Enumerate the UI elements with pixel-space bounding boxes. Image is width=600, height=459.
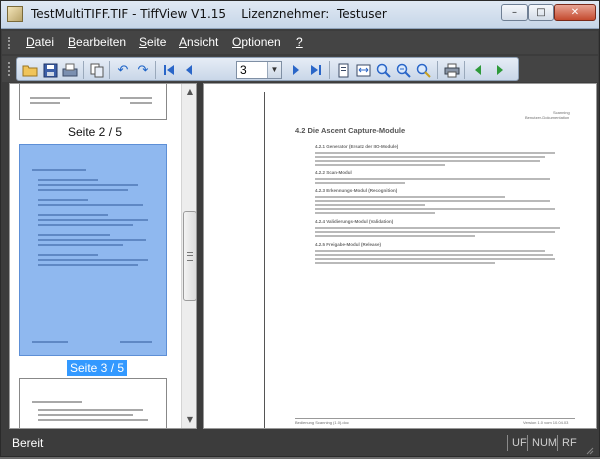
status-text: Bereit <box>12 436 44 450</box>
thumbnail-page-4[interactable] <box>19 378 167 428</box>
doc-footer-right: Version 1.0 vom 10.04.03 <box>523 420 569 425</box>
toolbar-separator <box>109 61 110 79</box>
menu-bar: Datei Bearbeiten Seite Ansicht Optionen … <box>2 31 598 54</box>
scrollbar-thumb[interactable] <box>183 211 196 301</box>
doc-section-title: 4.2.4 Validierungs-Modul (Validation) <box>315 219 394 224</box>
toolbar-separator <box>329 61 330 79</box>
thumbnail-page-2[interactable] <box>19 84 167 120</box>
fit-width-icon[interactable] <box>354 61 372 79</box>
next-page-icon[interactable] <box>287 61 305 79</box>
first-page-icon[interactable] <box>160 61 178 79</box>
toolbar-separator <box>464 61 465 79</box>
menu-datei[interactable]: Datei <box>26 35 54 49</box>
toolbar-grip[interactable] <box>8 62 12 76</box>
doc-section-title: 4.2.1 Generator (Ersatz der IIO-Module) <box>315 144 399 149</box>
scan-icon[interactable] <box>61 61 79 79</box>
scroll-down-icon[interactable]: ▼ <box>182 412 196 428</box>
indicator-num: NUM <box>527 435 558 451</box>
page-number-input[interactable] <box>237 62 270 78</box>
menu-seite[interactable]: Seite <box>139 35 166 49</box>
doc-section-title: 4.2.5 Freigabe-Modul (Release) <box>315 242 382 247</box>
open-folder-icon[interactable] <box>21 61 39 79</box>
app-window: TestMultiTIFF.TIF - TiffView V1.15 Lizen… <box>0 0 600 457</box>
menubar-grip[interactable] <box>8 37 12 49</box>
close-button[interactable]: ✕ <box>554 4 596 21</box>
scroll-up-icon[interactable]: ▲ <box>182 84 196 100</box>
doc-heading: 4.2 Die Ascent Capture-Module <box>295 126 406 135</box>
title-bar[interactable]: TestMultiTIFF.TIF - TiffView V1.15 Lizen… <box>1 1 599 29</box>
maximize-button[interactable]: □ <box>528 4 554 21</box>
copy-icon[interactable] <box>88 61 106 79</box>
chevron-down-icon[interactable]: ▼ <box>267 62 281 78</box>
zoom-out-icon[interactable] <box>394 61 412 79</box>
menu-bearbeiten[interactable]: Bearbeiten <box>68 35 126 49</box>
redo-icon[interactable]: ↷ <box>134 61 152 79</box>
previous-page-icon[interactable] <box>180 61 198 79</box>
toolbar: ↶ ↷ ▼ <box>2 56 598 82</box>
undo-icon[interactable]: ↶ <box>114 61 132 79</box>
menu-help[interactable]: ? <box>296 35 303 49</box>
thumbnail-label-2[interactable]: Seite 2 / 5 <box>68 125 122 139</box>
page-number-combo[interactable]: ▼ <box>236 61 282 79</box>
print-icon[interactable] <box>443 61 461 79</box>
fit-page-icon[interactable] <box>334 61 352 79</box>
toolbar-separator <box>83 61 84 79</box>
menu-ansicht[interactable]: Ansicht <box>179 35 218 49</box>
thumbnail-panel[interactable]: Seite 2 / 5 Seite 3 / 5 ▲ ▼ <box>9 83 197 429</box>
toolbar-separator <box>437 61 438 79</box>
document-page: Scanning Benutzer-Dokumentation 4.2 Die … <box>264 92 595 428</box>
status-bar: Bereit UF NUM RF <box>2 433 598 455</box>
thumbnail-scrollbar[interactable]: ▲ ▼ <box>181 84 196 428</box>
menu-optionen[interactable]: Optionen <box>232 35 281 49</box>
doc-footer-left: Bedienung Scanning (1.0).doc <box>295 420 349 425</box>
thumbnail-page-3[interactable] <box>19 144 167 356</box>
doc-header-line2: Benutzer-Dokumentation <box>525 115 570 120</box>
doc-section-title: 4.2.2 Scan-Modul <box>315 170 352 175</box>
zoom-in-icon[interactable] <box>374 61 392 79</box>
zoom-custom-icon[interactable] <box>414 61 432 79</box>
forward-icon[interactable] <box>491 61 509 79</box>
back-icon[interactable] <box>469 61 487 79</box>
save-icon[interactable] <box>41 61 59 79</box>
resize-grip-icon[interactable] <box>586 440 594 455</box>
app-icon <box>7 6 23 22</box>
minimize-button[interactable]: – <box>501 4 528 21</box>
document-view[interactable]: Scanning Benutzer-Dokumentation 4.2 Die … <box>203 83 597 429</box>
toolbar-separator <box>155 61 156 79</box>
doc-section-title: 4.2.3 Erkennungs-Modul (Recognition) <box>315 188 398 193</box>
toolbar-strip: ↶ ↷ ▼ <box>16 57 519 81</box>
last-page-icon[interactable] <box>307 61 325 79</box>
indicator-rf: RF <box>557 435 582 451</box>
thumbnail-label-3[interactable]: Seite 3 / 5 <box>67 360 128 376</box>
window-title: TestMultiTIFF.TIF - TiffView V1.15 Lizen… <box>31 7 387 21</box>
